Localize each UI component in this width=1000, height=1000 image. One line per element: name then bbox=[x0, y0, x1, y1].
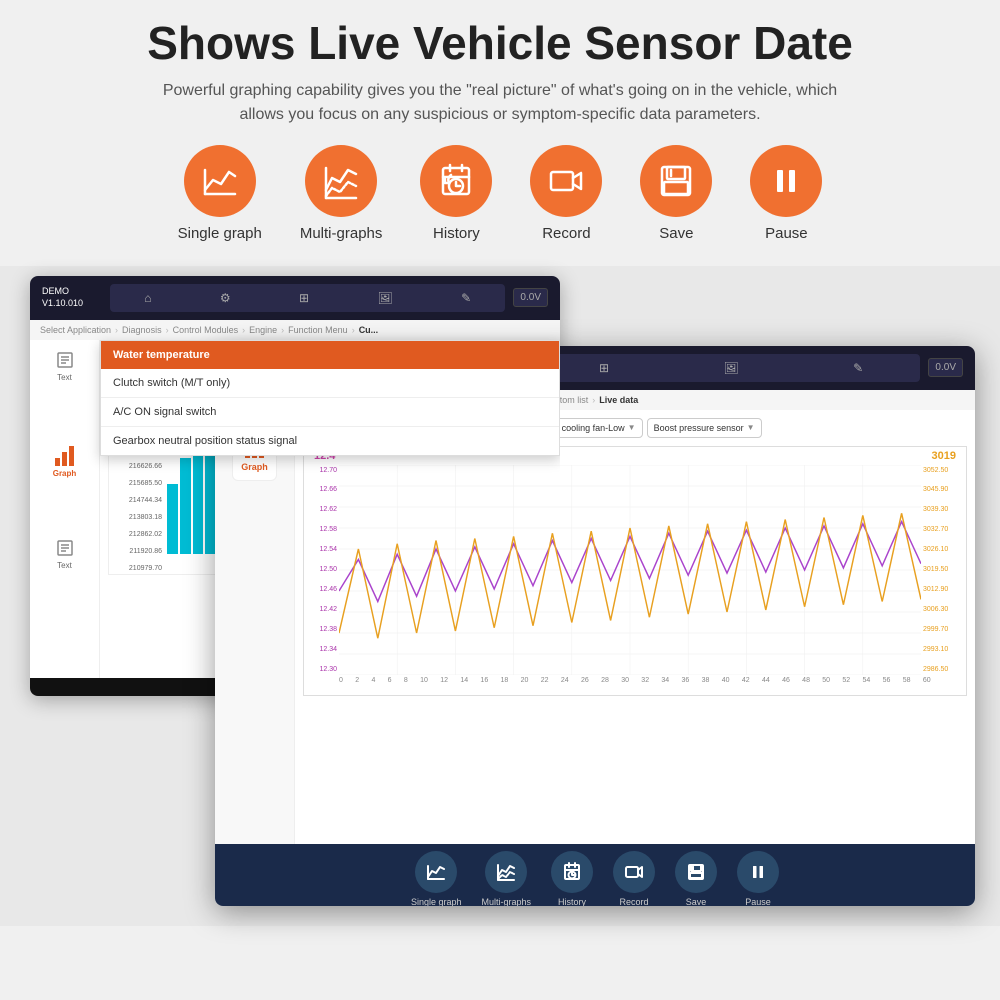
save-icon-circle bbox=[640, 145, 712, 217]
text-icon-2 bbox=[55, 538, 75, 558]
chart-right-value: 3019 bbox=[932, 450, 956, 462]
multi-graphs-icon-circle bbox=[305, 145, 377, 217]
feature-single-graph: Single graph bbox=[178, 145, 262, 242]
chart-y-axis-left: 12.7012.6612.6212.58 12.5412.5012.4612.4… bbox=[304, 465, 339, 675]
sidebar-text-item-2[interactable]: Text bbox=[55, 538, 75, 570]
history-icon bbox=[437, 162, 475, 200]
feature-multi-graphs: Multi-graphs bbox=[300, 145, 383, 242]
dropdown-menu-selected[interactable]: Water temperature bbox=[101, 341, 559, 369]
pause-label: Pause bbox=[765, 225, 808, 242]
save-icon bbox=[657, 162, 695, 200]
toolbar-pause-icon bbox=[737, 851, 779, 893]
history-toolbar-icon bbox=[562, 862, 582, 882]
front-main-area: MIL status indicator(MIL... ▼ Battery vo… bbox=[295, 410, 975, 844]
history-label: History bbox=[433, 225, 480, 242]
single-graph-icon bbox=[201, 162, 239, 200]
record-label: Record bbox=[542, 225, 590, 242]
toolbar-h-label: History bbox=[558, 897, 586, 906]
image-icon[interactable]: 🖼 bbox=[378, 291, 393, 305]
chart-y-axis-right: 3052.503045.903039.303032.70 3026.103019… bbox=[921, 465, 966, 675]
front-sidebar: Graph bbox=[215, 410, 295, 844]
feature-save: Save bbox=[640, 145, 712, 242]
menu-item-3[interactable]: Gearbox neutral position status signal bbox=[101, 427, 559, 455]
multi-graphs-icon bbox=[322, 162, 360, 200]
pause-icon bbox=[767, 162, 805, 200]
record-icon bbox=[547, 162, 585, 200]
save-label: Save bbox=[659, 225, 693, 242]
chart-x-labels: 02468 1012141618 2022242628 3032343638 4… bbox=[304, 675, 966, 686]
toolbar-history-icon bbox=[551, 851, 593, 893]
toolbar-s-label: Save bbox=[686, 897, 707, 906]
back-sidebar: Text Graph bbox=[30, 340, 100, 678]
back-tablet-header: DEMO V1.10.010 ⌂ ⚙ ⊞ 🖼 ✎ 0.0V bbox=[30, 276, 560, 320]
single-graph-icon-circle bbox=[184, 145, 256, 217]
toolbar-save-icon bbox=[675, 851, 717, 893]
back-btn[interactable]: ← bbox=[118, 691, 134, 696]
feature-pause: Pause bbox=[750, 145, 822, 242]
toolbar-r-label: Record bbox=[620, 897, 649, 906]
toolbar-pause[interactable]: Pause bbox=[737, 851, 779, 906]
toolbar-single-graph[interactable]: Single graph bbox=[411, 851, 462, 906]
feature-record: Record bbox=[530, 145, 602, 242]
dd4-arrow: ▼ bbox=[747, 423, 755, 432]
back-nav-bar: ⌂ ⚙ ⊞ 🖼 ✎ bbox=[110, 284, 505, 312]
header-section: Shows Live Vehicle Sensor Date Powerful … bbox=[0, 0, 1000, 266]
toolbar-multi-graphs[interactable]: Multi-graphs bbox=[482, 851, 532, 906]
pause-toolbar-icon bbox=[748, 862, 768, 882]
sidebar-text-item[interactable]: Text bbox=[55, 350, 75, 382]
menu-item-2[interactable]: A/C ON signal switch bbox=[101, 398, 559, 427]
page-subtitle: Powerful graphing capability gives you t… bbox=[150, 79, 850, 127]
features-icons-row: Single graph Multi-graphs bbox=[40, 145, 960, 242]
toolbar-sg-label: Single graph bbox=[411, 897, 462, 906]
settings-icon[interactable]: ⚙ bbox=[220, 291, 231, 305]
save-toolbar-icon bbox=[686, 862, 706, 882]
screenshots-area: DEMO V1.10.010 ⌂ ⚙ ⊞ 🖼 ✎ 0.0V Select App… bbox=[0, 266, 1000, 926]
toolbar-single-graph-icon bbox=[415, 851, 457, 893]
back-voltage: 0.0V bbox=[513, 288, 548, 307]
single-graph-label: Single graph bbox=[178, 225, 262, 242]
single-graph-toolbar-icon bbox=[426, 862, 446, 882]
menu-item-1[interactable]: Clutch switch (M/T only) bbox=[101, 369, 559, 398]
toolbar-p-label: Pause bbox=[745, 897, 771, 906]
front-content-area: Graph MIL status indicator(MIL... ▼ Batt… bbox=[215, 410, 975, 844]
home-icon[interactable]: ⌂ bbox=[144, 291, 151, 305]
modules-icon[interactable]: ⊞ bbox=[299, 291, 309, 305]
edit-icon[interactable]: ✎ bbox=[461, 291, 471, 305]
edit-icon-f[interactable]: ✎ bbox=[853, 361, 863, 375]
multi-graphs-toolbar-icon bbox=[496, 862, 516, 882]
front-bottom-toolbar: Single graph Multi-graphs bbox=[215, 844, 975, 906]
chart-svg-wrapper: 12.7012.6612.6212.58 12.5412.5012.4612.4… bbox=[304, 465, 966, 675]
toolbar-record-icon bbox=[613, 851, 655, 893]
back-demo-info: DEMO V1.10.010 bbox=[42, 286, 102, 309]
sensor-dd-4[interactable]: Boost pressure sensor ▼ bbox=[647, 418, 762, 438]
front-voltage: 0.0V bbox=[928, 358, 963, 377]
page-title: Shows Live Vehicle Sensor Date bbox=[40, 18, 960, 69]
toolbar-mg-label: Multi-graphs bbox=[482, 897, 532, 906]
toolbar-record[interactable]: Record bbox=[613, 851, 655, 906]
history-icon-circle bbox=[420, 145, 492, 217]
image-icon-f[interactable]: 🖼 bbox=[724, 361, 739, 375]
feature-history: History bbox=[420, 145, 492, 242]
back-breadcrumb: Select Application› Diagnosis› Control M… bbox=[30, 320, 560, 340]
modules-icon-f[interactable]: ⊞ bbox=[599, 361, 609, 375]
toolbar-multi-graphs-icon bbox=[485, 851, 527, 893]
pause-icon-circle bbox=[750, 145, 822, 217]
multi-graphs-label: Multi-graphs bbox=[300, 225, 383, 242]
record-icon-circle bbox=[530, 145, 602, 217]
front-chart: 12.4 3019 12.7012.6612.6212.58 12.5412.5… bbox=[303, 446, 967, 696]
toolbar-save[interactable]: Save bbox=[675, 851, 717, 906]
sidebar-graph-item[interactable]: Graph bbox=[53, 442, 77, 478]
toolbar-history[interactable]: History bbox=[551, 851, 593, 906]
dd3-arrow: ▼ bbox=[628, 423, 636, 432]
record-toolbar-icon bbox=[624, 862, 644, 882]
chart-svg bbox=[339, 465, 921, 675]
dropdown-menu-overlay: Water temperature Clutch switch (M/T onl… bbox=[100, 340, 560, 456]
text-icon bbox=[55, 350, 75, 370]
